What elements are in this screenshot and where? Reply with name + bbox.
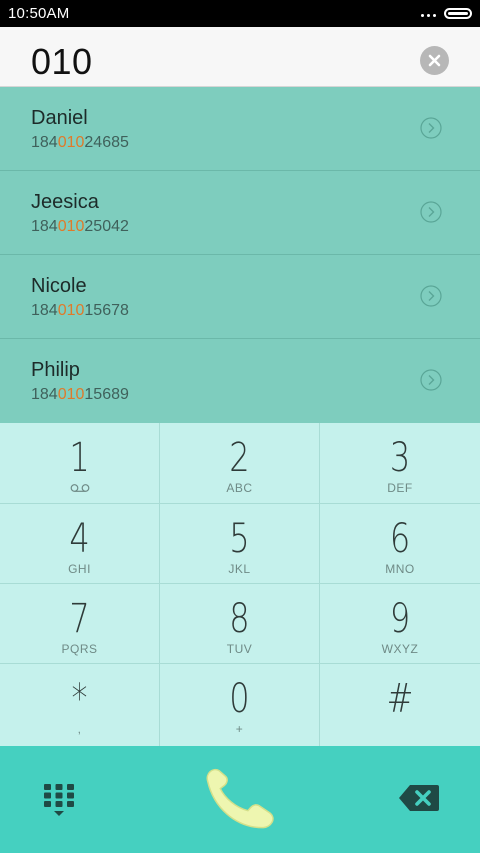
key-6[interactable]: 6 MNO: [320, 504, 480, 584]
dialpad-icon[interactable]: [43, 783, 75, 817]
key-4[interactable]: 4 GHI: [0, 504, 160, 584]
key-digit: 7: [69, 596, 90, 642]
contact-name: Philip: [31, 359, 80, 381]
key-digit: 1: [69, 435, 90, 481]
key-letters: PQRS: [61, 642, 98, 656]
key-digit: 3: [389, 435, 411, 481]
key-0[interactable]: 0 +: [160, 664, 320, 746]
key-3[interactable]: 3 DEF: [320, 423, 480, 504]
key-letters: ,: [77, 722, 82, 736]
status-bar: 10:50AM: [0, 0, 480, 27]
key-star[interactable]: * ,: [0, 664, 160, 746]
status-indicators: [421, 8, 472, 19]
chevron-right-circle-icon[interactable]: [420, 285, 442, 307]
contact-phone: 18401025042: [31, 218, 129, 235]
status-time: 10:50AM: [8, 5, 70, 22]
contact-name: Nicole: [31, 275, 87, 297]
contact-row[interactable]: Daniel 18401024685: [0, 87, 480, 171]
dialed-number[interactable]: 010: [31, 41, 93, 83]
key-letters: ABC: [226, 481, 253, 495]
contact-phone: 18401015678: [31, 302, 129, 319]
key-letters: WXYZ: [381, 642, 419, 656]
dial-input-bar: 010: [0, 27, 480, 87]
key-7[interactable]: 7 PQRS: [0, 584, 160, 664]
clear-button[interactable]: [420, 46, 449, 75]
match-highlight: 010: [57, 302, 85, 319]
contact-results-list: Daniel 18401024685 Jeesica 18401025042 N…: [0, 87, 480, 423]
contact-name: Daniel: [31, 107, 88, 129]
backspace-icon[interactable]: [398, 784, 440, 812]
match-highlight: 010: [57, 134, 85, 151]
key-digit: 5: [229, 516, 250, 562]
key-1[interactable]: 1: [0, 423, 160, 504]
key-letters: DEF: [387, 481, 413, 495]
match-highlight: 010: [57, 218, 85, 235]
contact-row[interactable]: Nicole 18401015678: [0, 255, 480, 339]
key-digit: 6: [389, 516, 411, 562]
chevron-right-circle-icon[interactable]: [420, 117, 442, 139]
key-letters: MNO: [385, 562, 415, 576]
key-5[interactable]: 5 JKL: [160, 504, 320, 584]
key-digit: #: [386, 676, 414, 722]
contact-name: Jeesica: [31, 191, 99, 213]
key-digit: 0: [229, 676, 250, 722]
battery-icon: [444, 8, 472, 19]
key-9[interactable]: 9 WXYZ: [320, 584, 480, 664]
key-letters: +: [235, 722, 244, 736]
contact-row[interactable]: Philip 18401015689: [0, 339, 480, 423]
key-digit: 9: [389, 596, 411, 642]
voicemail-icon: [70, 484, 90, 492]
more-dots-icon: [421, 13, 436, 17]
key-hash[interactable]: #: [320, 664, 480, 746]
chevron-right-circle-icon[interactable]: [420, 369, 442, 391]
match-highlight: 010: [57, 386, 85, 403]
key-digit: 8: [229, 596, 250, 642]
chevron-right-circle-icon[interactable]: [420, 201, 442, 223]
key-letters: GHI: [68, 562, 91, 576]
contact-phone: 18401024685: [31, 134, 129, 151]
phone-handset-icon[interactable]: [197, 765, 281, 831]
key-letters: TUV: [226, 642, 253, 656]
dial-keypad: 1 2 ABC 3 DEF 4 GHI 5 JKL 6 MNO 7 PQRS 8…: [0, 423, 480, 746]
clear-icon: [428, 54, 441, 67]
key-8[interactable]: 8 TUV: [160, 584, 320, 664]
key-digit: 4: [69, 516, 90, 562]
contact-row[interactable]: Jeesica 18401025042: [0, 171, 480, 255]
key-2[interactable]: 2 ABC: [160, 423, 320, 504]
contact-phone: 18401015689: [31, 386, 129, 403]
key-digit: *: [71, 676, 88, 722]
key-digit: 2: [229, 435, 250, 481]
key-letters: JKL: [228, 562, 251, 576]
